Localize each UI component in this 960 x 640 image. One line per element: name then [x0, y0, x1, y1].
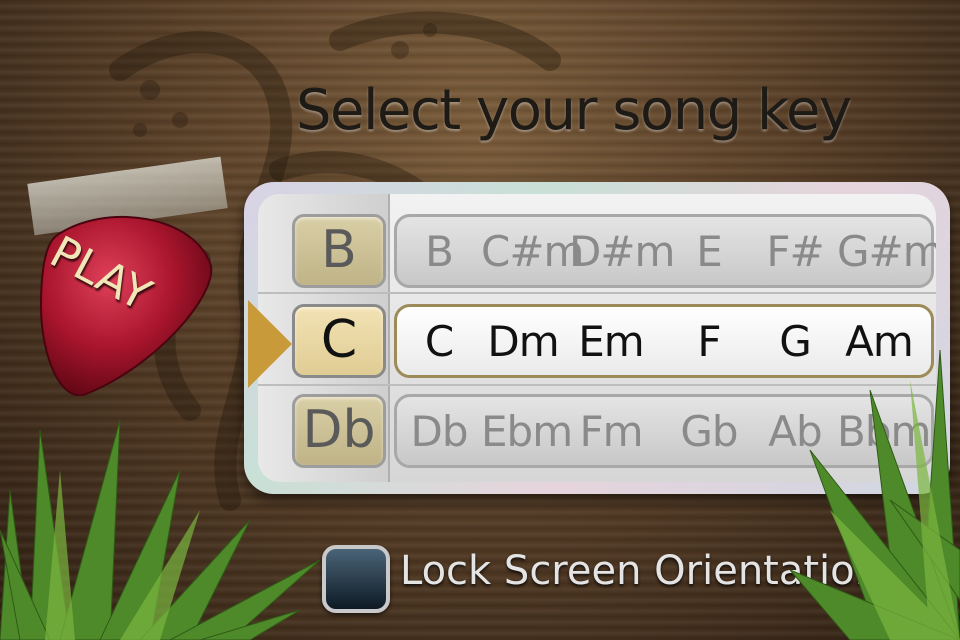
chord-label: F# [766, 227, 824, 276]
chord-row-b[interactable]: B C#m D#m E F# G#m [394, 214, 936, 288]
chord-label: Em [578, 317, 644, 366]
chord-label: C#m [481, 227, 584, 276]
chord-label: B [425, 227, 454, 276]
chord-label: C [424, 317, 454, 366]
grass-decoration-right [790, 350, 960, 640]
chord-label: Dm [487, 317, 559, 366]
chord-label: Db [410, 407, 468, 456]
app-screen: Select your song key PLAY B B C#m D#m E … [0, 0, 960, 640]
key-button-c[interactable]: C [292, 304, 386, 378]
chord-label: G#m [837, 227, 936, 276]
row-divider [258, 292, 936, 294]
chord-label: Gb [680, 407, 738, 456]
chord-label: D#m [569, 227, 675, 276]
lock-orientation-checkbox[interactable] [322, 545, 390, 613]
key-button-b[interactable]: B [292, 214, 386, 288]
grass-decoration-left [0, 419, 321, 640]
page-title: Select your song key [296, 78, 852, 143]
chord-label: F [697, 317, 721, 366]
chord-label: Ebm [481, 407, 573, 456]
chord-label: E [696, 227, 723, 276]
chord-label: Fm [579, 407, 643, 456]
selection-pointer-icon [248, 300, 292, 388]
